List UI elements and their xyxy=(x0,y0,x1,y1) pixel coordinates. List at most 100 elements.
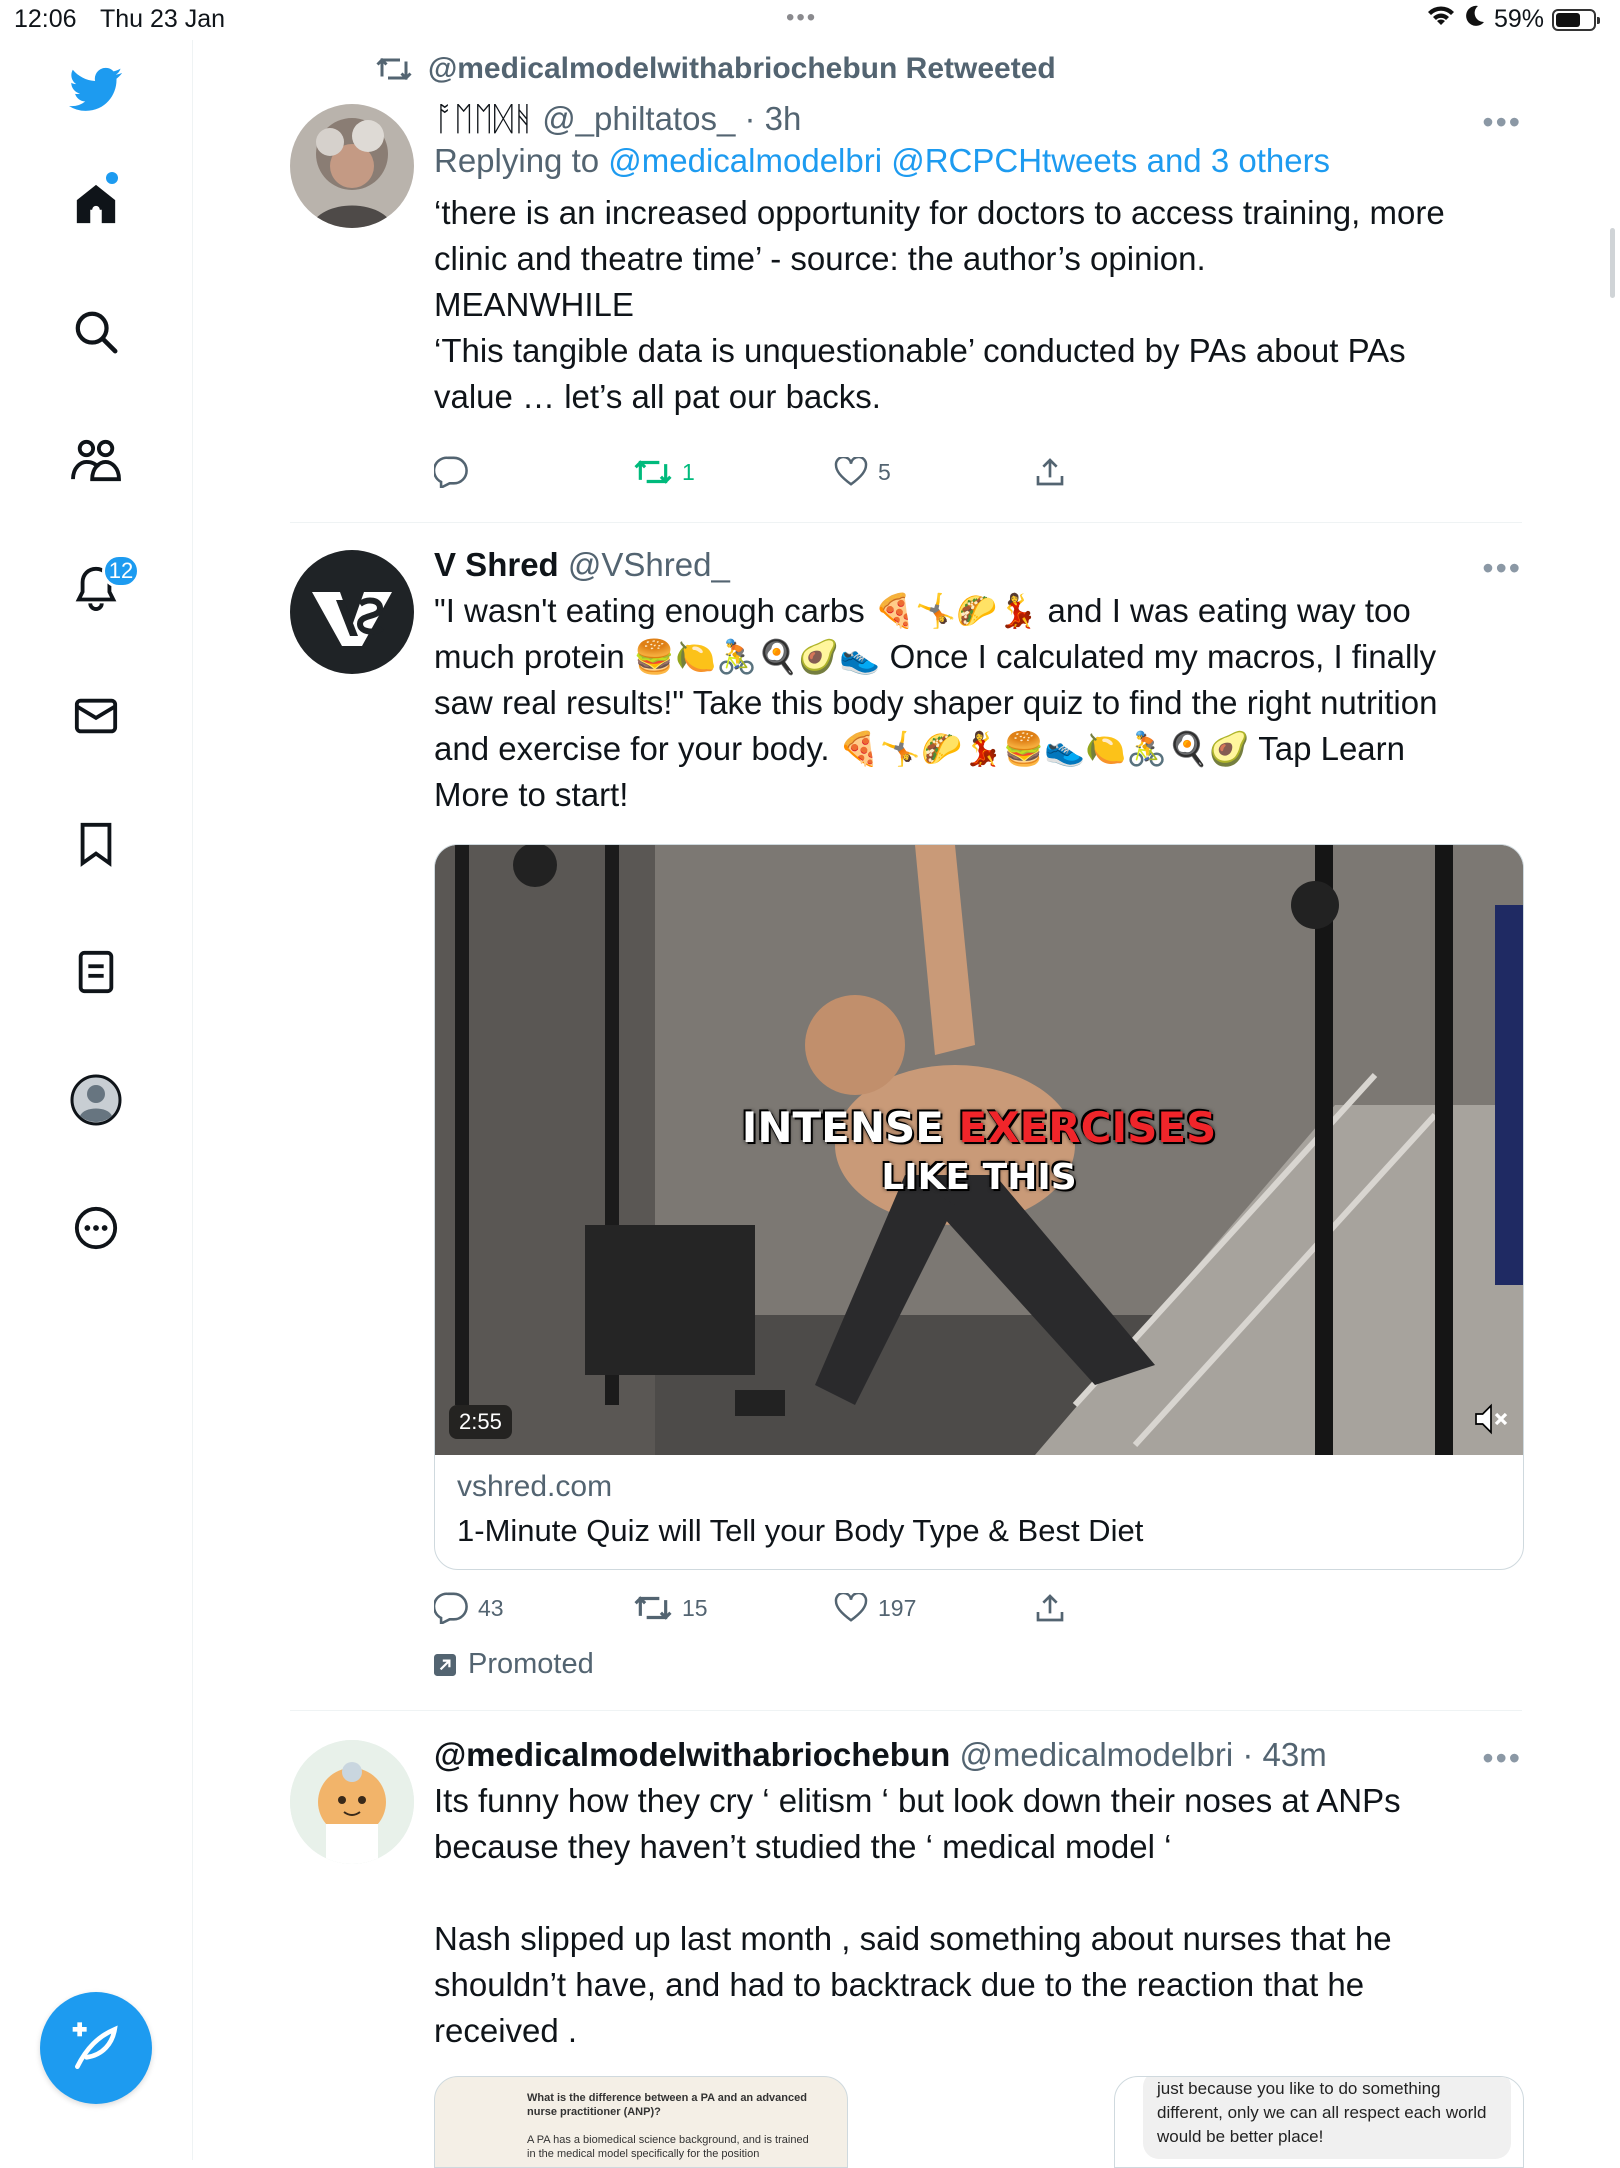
notifications-count-badge: 12 xyxy=(102,554,140,588)
battery-icon xyxy=(1552,8,1600,31)
more-menu-icon[interactable]: ••• xyxy=(1482,104,1522,141)
tweet-header: V Shred @VShred_ "I wasn't eating enough… xyxy=(434,546,1522,818)
like-button[interactable]: 5 xyxy=(834,457,1034,487)
tweet-text: Its funny how they cry ‘ elitism ‘ but l… xyxy=(434,1778,1522,2054)
profile-avatar-icon[interactable] xyxy=(54,1058,138,1142)
search-icon[interactable] xyxy=(54,290,138,374)
tweet-divider xyxy=(290,1710,1522,1711)
tweet-actions: 43 15 197 xyxy=(434,1592,1234,1624)
avatar[interactable] xyxy=(290,1740,414,1864)
display-name[interactable]: ᚩᛖᛖᛞᚻ xyxy=(434,100,533,137)
tweet-text: "I wasn't eating enough carbs 🍕🤸🌮💃 and I… xyxy=(434,588,1522,818)
tweet-time[interactable]: · 3h xyxy=(744,100,801,137)
status-date: Thu 23 Jan xyxy=(100,5,226,33)
status-time: 12:06 xyxy=(14,5,77,33)
video-caption-line2: LIKE THIS xyxy=(881,1157,1077,1198)
caption-word-intense: INTENSE xyxy=(741,1103,959,1152)
mute-icon[interactable] xyxy=(1471,1399,1511,1444)
bookmark-icon[interactable] xyxy=(54,802,138,886)
tweet-line: value … let’s all pat our backs. xyxy=(434,378,881,415)
home-unread-dot xyxy=(106,172,118,184)
retweet-button[interactable]: 15 xyxy=(634,1593,834,1623)
promoted-arrow-icon xyxy=(434,1653,456,1676)
tweet-header: ᚩᛖᛖᛞᚻ @_philtatos_ · 3h Replying to @med… xyxy=(434,100,1522,420)
tweet-line: and exercise for your body. 🍕🤸🌮💃🍔👟🍋🚴🍳🥑 T… xyxy=(434,730,1406,767)
attachment-2-text: just because you like to do something di… xyxy=(1143,2077,1511,2159)
tweet-text: ‘there is an increased opportunity for d… xyxy=(434,190,1522,420)
share-button[interactable] xyxy=(1034,1592,1234,1624)
multitasking-dots[interactable]: ••• xyxy=(786,4,817,32)
tweet-line: ‘there is an increased opportunity for d… xyxy=(434,194,1445,231)
share-icon xyxy=(1036,458,1064,486)
video-player[interactable]: INTENSE EXERCISES LIKE THIS 2:55 xyxy=(435,845,1523,1455)
card-title: 1-Minute Quiz will Tell your Body Type &… xyxy=(457,1513,1144,1548)
share-button[interactable] xyxy=(1034,456,1234,488)
tweet-divider xyxy=(290,522,1522,523)
status-bar: 12:06 Thu 23 Jan ••• 59% xyxy=(0,0,1620,40)
handle[interactable]: @medicalmodelbri xyxy=(959,1736,1233,1773)
retweet-icon xyxy=(634,1596,672,1620)
reply-icon xyxy=(434,456,468,488)
scrollbar[interactable] xyxy=(1610,228,1615,298)
heart-icon xyxy=(834,1593,868,1622)
more-menu-icon[interactable]: ••• xyxy=(1482,550,1522,587)
retweeted-by-label: @medicalmodelwithabriochebun Retweeted xyxy=(428,52,1056,85)
reply-button[interactable]: 43 xyxy=(434,1592,634,1624)
retweet-icon xyxy=(634,460,672,484)
attachment-1-text: A PA has a biomedical science background… xyxy=(527,2134,809,2160)
compose-feather-icon xyxy=(72,2022,118,2069)
moon-icon xyxy=(1464,4,1486,35)
replying-prefix: Replying to xyxy=(434,142,600,179)
retweet-icon xyxy=(376,57,412,81)
tweet-header: @medicalmodelwithabriochebun @medicalmod… xyxy=(434,1736,1522,2054)
battery-percent: 59% xyxy=(1493,5,1544,33)
tweet-line: shouldn’t have, and had to backtrack due… xyxy=(434,1966,1365,2003)
attachment-image-2[interactable]: just because you like to do something di… xyxy=(1114,2076,1524,2168)
attachment-image-1[interactable]: What is the difference between a PA and … xyxy=(434,2076,848,2168)
tweet-time[interactable]: · 43m xyxy=(1242,1736,1326,1773)
heart-icon xyxy=(834,457,868,486)
status-right: 59% xyxy=(1426,4,1600,35)
display-name[interactable]: @medicalmodelwithabriochebun xyxy=(434,1736,950,1773)
handle[interactable]: @VShred_ xyxy=(568,546,730,583)
attachment-1-question: What is the difference between a PA and … xyxy=(527,2092,807,2118)
lists-icon[interactable] xyxy=(54,930,138,1014)
retweet-button[interactable]: 1 xyxy=(634,457,834,487)
tweet-line: clinic and theatre time’ - source: the a… xyxy=(434,240,1206,277)
tweet-line: saw real results!" Take this body shaper… xyxy=(434,684,1438,721)
tweet-line: ‘This tangible data is unquestionable’ c… xyxy=(434,332,1406,369)
tweet-line: More to start! xyxy=(434,776,629,813)
retweeted-by[interactable]: @medicalmodelwithabriochebun Retweeted xyxy=(376,52,1056,86)
avatar[interactable] xyxy=(290,550,414,674)
retweet-count: 1 xyxy=(682,458,695,485)
promoted-text: Promoted xyxy=(468,1648,594,1680)
tweet-line: "I wasn't eating enough carbs 🍕🤸🌮💃 and I… xyxy=(434,592,1411,629)
video-duration: 2:55 xyxy=(449,1405,512,1439)
reply-button[interactable] xyxy=(434,456,634,488)
tweet-line xyxy=(434,1870,1522,1916)
video-card[interactable]: INTENSE EXERCISES LIKE THIS 2:55 vshred.… xyxy=(434,844,1524,1570)
replying-to-users[interactable]: @medicalmodelbri @RCPCHtweets and 3 othe… xyxy=(608,142,1330,179)
display-name[interactable]: V Shred xyxy=(434,546,559,583)
reply-count: 43 xyxy=(478,1594,504,1621)
compose-tweet-button[interactable] xyxy=(40,1992,152,2104)
share-icon xyxy=(1036,1594,1064,1622)
more-options-icon[interactable] xyxy=(54,1186,138,1270)
twitter-logo-icon[interactable] xyxy=(54,48,138,132)
tweet-line: much protein 🍔🍋🚴🍳🥑👟 Once I calculated my… xyxy=(434,638,1437,675)
like-button[interactable]: 197 xyxy=(834,1593,1034,1623)
video-caption-line1: INTENSE EXERCISES xyxy=(435,1103,1523,1152)
avatar[interactable] xyxy=(290,104,414,228)
card-domain: vshred.com xyxy=(457,1470,613,1503)
handle[interactable]: @_philtatos_ xyxy=(542,100,735,137)
messages-envelope-icon[interactable] xyxy=(54,674,138,758)
like-count: 197 xyxy=(878,1594,917,1621)
more-menu-icon[interactable]: ••• xyxy=(1482,1740,1522,1777)
caption-word-exercises: EXERCISES xyxy=(958,1103,1217,1152)
communities-icon[interactable] xyxy=(54,418,138,502)
promoted-label: Promoted xyxy=(434,1648,594,1681)
home-icon[interactable] xyxy=(54,162,138,246)
reply-icon xyxy=(434,1592,468,1624)
retweet-count: 15 xyxy=(682,1594,708,1621)
tweet-actions: 1 5 xyxy=(434,456,1234,488)
